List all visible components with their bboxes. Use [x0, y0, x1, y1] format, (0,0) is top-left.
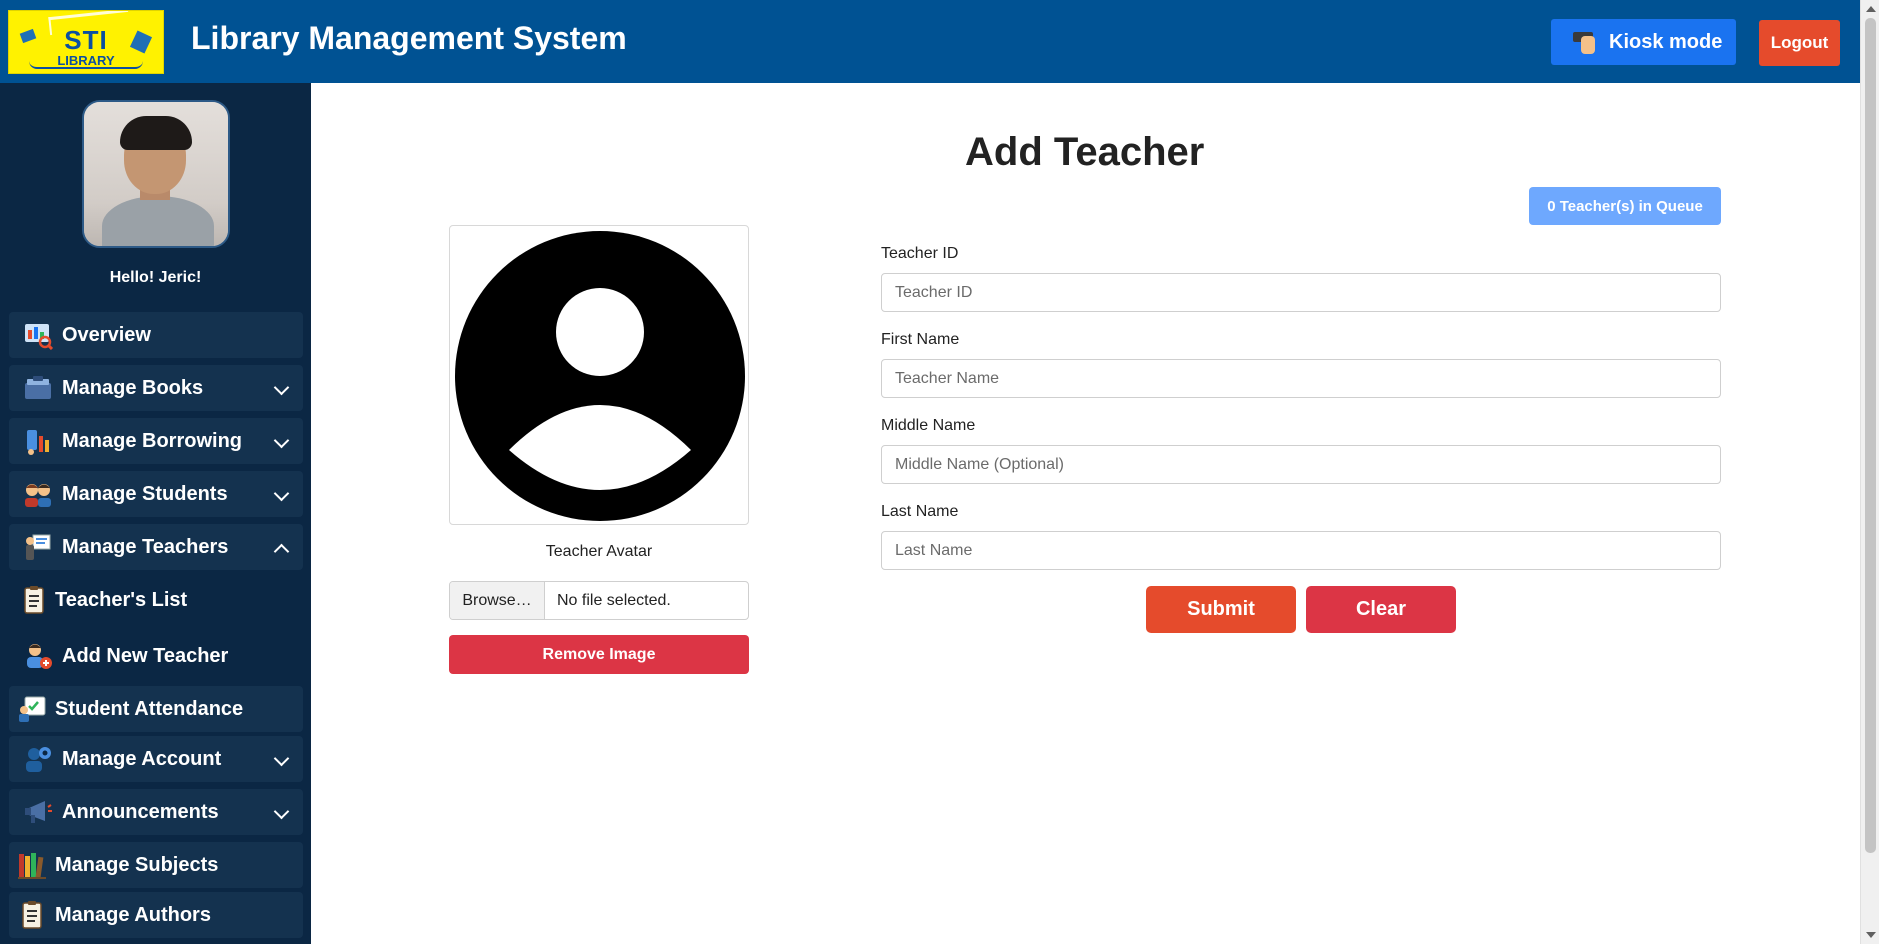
last-name-input[interactable]	[881, 531, 1721, 570]
sidebar-item-add-new-teacher[interactable]: Add New Teacher	[9, 633, 303, 679]
sidebar-item-announcements[interactable]: Announcements	[9, 789, 303, 835]
sidebar-item-manage-teachers[interactable]: Manage Teachers	[9, 524, 303, 570]
sidebar-item-label: Manage Subjects	[55, 853, 219, 876]
sidebar-item-label: Student Attendance	[55, 697, 244, 720]
scroll-down-arrow-icon[interactable]	[1866, 932, 1876, 938]
subjects-icon	[17, 850, 47, 880]
file-status: No file selected.	[557, 591, 671, 609]
first-name-label: First Name	[881, 331, 960, 348]
sidebar-item-manage-authors[interactable]: Manage Authors	[9, 892, 303, 938]
sidebar-item-label: Announcements	[62, 800, 219, 823]
sidebar-item-label: Add New Teacher	[62, 644, 229, 667]
middle-name-label: Middle Name	[881, 417, 976, 434]
last-name-label: Last Name	[881, 503, 959, 520]
submit-button[interactable]: Submit	[1146, 586, 1296, 633]
logout-button[interactable]: Logout	[1759, 20, 1840, 66]
avatar-caption: Teacher Avatar	[545, 543, 653, 560]
chevron-down-icon	[273, 379, 290, 396]
authors-icon	[17, 900, 47, 930]
sidebar-item-manage-borrowing[interactable]: Manage Borrowing	[9, 418, 303, 464]
kiosk-mode-label: Kiosk mode	[1609, 30, 1723, 53]
page-scrollbar[interactable]	[1860, 0, 1879, 944]
teacher-avatar-preview	[449, 225, 749, 525]
chevron-down-icon	[273, 432, 290, 449]
chevron-down-icon	[273, 485, 290, 502]
kiosk-mode-button[interactable]: Kiosk mode	[1551, 19, 1736, 65]
chevron-down-icon	[273, 750, 290, 767]
sidebar-item-student-attendance[interactable]: Student Attendance	[9, 686, 303, 732]
user-greeting: Hello! Jeric!	[109, 269, 202, 286]
logo-text-main: STI	[64, 25, 108, 55]
add-teacher-icon	[23, 641, 53, 671]
sidebar-item-manage-books[interactable]: Manage Books	[9, 365, 303, 411]
sidebar-item-label: Manage Students	[62, 482, 228, 505]
sidebar-item-manage-students[interactable]: Manage Students	[9, 471, 303, 517]
sidebar-item-label: Manage Borrowing	[62, 429, 243, 452]
remove-image-button[interactable]: Remove Image	[449, 635, 749, 674]
teacher-id-input[interactable]	[881, 273, 1721, 312]
sidebar-item-label: Manage Books	[62, 376, 204, 399]
first-name-input[interactable]	[881, 359, 1721, 398]
logo-book-shape	[29, 61, 143, 69]
sidebar-item-label: Manage Teachers	[62, 535, 229, 558]
account-icon	[23, 744, 53, 774]
sidebar-item-manage-subjects[interactable]: Manage Subjects	[9, 842, 303, 888]
sidebar-item-teachers-list[interactable]: Teacher's List	[9, 577, 303, 623]
sidebar: Hello! Jeric! Overview Manage Books Mana…	[0, 83, 311, 944]
sidebar-item-overview[interactable]: Overview	[9, 312, 303, 358]
books-icon	[23, 373, 53, 403]
middle-name-input[interactable]	[881, 445, 1721, 484]
chevron-down-icon	[273, 803, 290, 820]
sidebar-item-label: Manage Authors	[55, 903, 211, 926]
teachers-icon	[23, 532, 53, 562]
chevron-up-icon	[273, 543, 290, 560]
borrowing-icon	[23, 426, 53, 456]
default-avatar-icon	[455, 231, 745, 521]
top-header: STI LIBRARY Library Management System Ki…	[0, 0, 1860, 83]
list-icon	[19, 585, 49, 615]
app-title: Library Management System	[191, 20, 627, 56]
teacher-id-label: Teacher ID	[881, 245, 959, 262]
scroll-up-arrow-icon[interactable]	[1866, 6, 1876, 12]
sidebar-item-label: Manage Account	[62, 747, 222, 770]
attendance-icon	[17, 694, 47, 724]
megaphone-icon	[23, 797, 53, 827]
sidebar-item-label: Overview	[62, 323, 151, 346]
barcode-scanner-icon	[1571, 28, 1601, 56]
teacher-queue-button[interactable]: 0 Teacher(s) in Queue	[1529, 187, 1721, 225]
sti-library-logo[interactable]: STI LIBRARY	[8, 10, 164, 74]
overview-icon	[23, 320, 54, 351]
sidebar-item-manage-account[interactable]: Manage Account	[9, 736, 303, 782]
page-title: Add Teacher	[965, 130, 1205, 174]
browse-button[interactable]: Browse…	[450, 582, 545, 619]
scrollbar-thumb[interactable]	[1865, 18, 1876, 853]
sidebar-item-label: Teacher's List	[55, 588, 188, 611]
clear-button[interactable]: Clear	[1306, 586, 1456, 633]
students-icon	[23, 479, 53, 509]
avatar-file-input[interactable]: Browse… No file selected.	[449, 581, 749, 620]
user-avatar	[82, 100, 230, 248]
